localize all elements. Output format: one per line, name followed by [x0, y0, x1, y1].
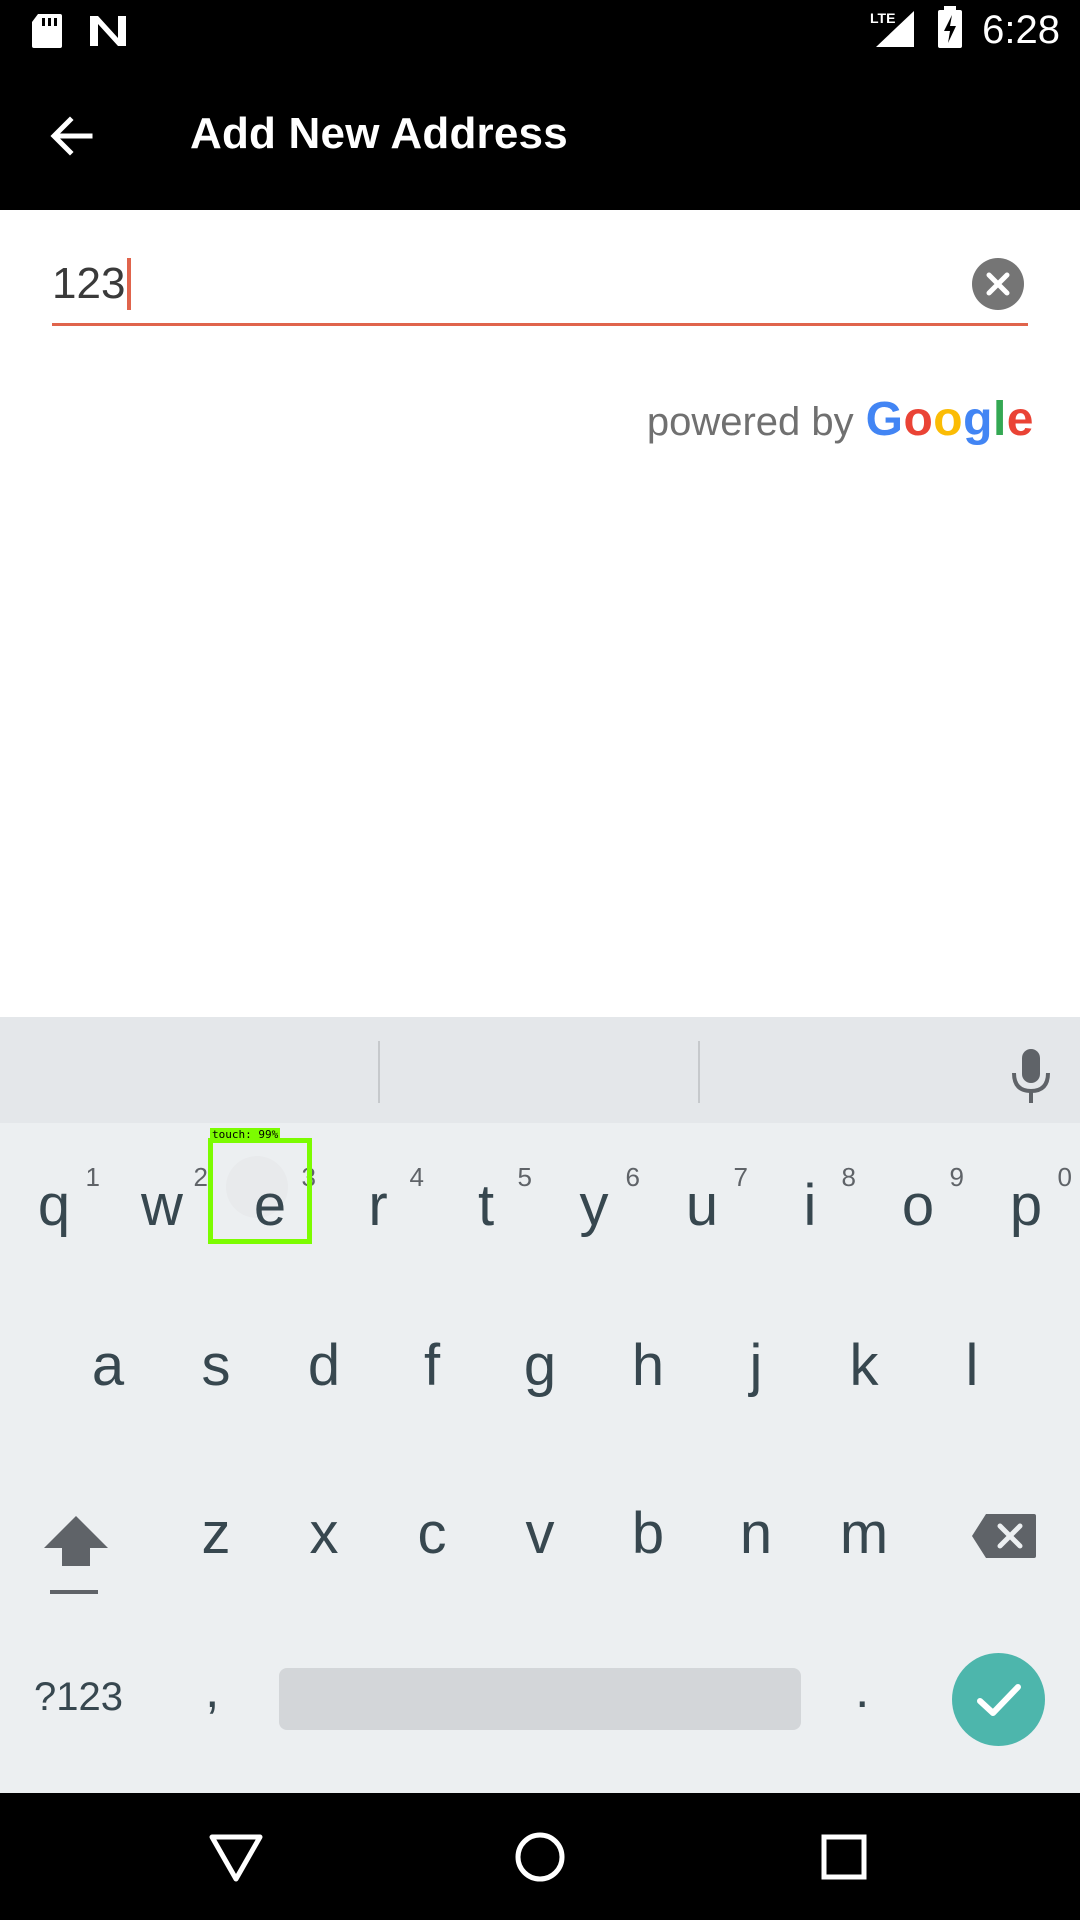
key-w[interactable]: 2w — [108, 1140, 216, 1270]
key-p[interactable]: 0p — [972, 1140, 1080, 1270]
key-t[interactable]: 5t — [432, 1140, 540, 1270]
comma-key[interactable]: , — [205, 1660, 219, 1720]
recents-square-icon[interactable] — [814, 1827, 874, 1887]
key-g[interactable]: g — [486, 1300, 594, 1430]
touch-indicator-box — [208, 1138, 312, 1244]
status-time: 6:28 — [982, 7, 1060, 52]
suggestion-divider — [378, 1041, 380, 1103]
back-triangle-icon[interactable] — [206, 1827, 266, 1887]
key-label: n — [739, 1501, 773, 1566]
enter-key[interactable] — [952, 1653, 1045, 1746]
screen: LTE 6:28 Add New Address 123 powered by … — [0, 0, 1080, 1920]
key-a[interactable]: a — [54, 1300, 162, 1430]
shift-icon[interactable] — [40, 1510, 112, 1600]
key-m[interactable]: m — [810, 1470, 918, 1600]
key-label: d — [307, 1333, 341, 1398]
key-label: w — [141, 1173, 183, 1238]
key-label: f — [423, 1333, 441, 1398]
google-logo-letter: g — [963, 393, 993, 446]
google-logo-letter: l — [992, 393, 1007, 446]
key-d[interactable]: d — [270, 1300, 378, 1430]
powered-by-google: powered by Google — [647, 392, 1034, 447]
key-label: j — [749, 1333, 763, 1398]
key-r[interactable]: 4r — [324, 1140, 432, 1270]
key-c[interactable]: c — [378, 1470, 486, 1600]
home-circle-icon[interactable] — [510, 1827, 570, 1887]
google-logo-letter: e — [1006, 393, 1034, 446]
address-search-field[interactable]: 123 — [52, 250, 1028, 326]
key-l[interactable]: l — [918, 1300, 1026, 1430]
n-logo-icon — [88, 12, 128, 54]
google-logo-letter: o — [903, 393, 934, 446]
suggestion-strip — [0, 1017, 1080, 1123]
key-i[interactable]: 8i — [756, 1140, 864, 1270]
navigation-bar — [0, 1793, 1080, 1920]
key-label: s — [201, 1333, 231, 1398]
key-label: u — [685, 1173, 719, 1238]
symbols-key[interactable]: ?123 — [34, 1675, 123, 1720]
key-v[interactable]: v — [486, 1470, 594, 1600]
key-label: t — [477, 1173, 495, 1238]
google-logo: Google — [866, 392, 1034, 447]
key-label: a — [91, 1333, 125, 1398]
key-label: m — [839, 1501, 889, 1566]
key-label: o — [901, 1173, 935, 1238]
key-label: i — [803, 1173, 817, 1238]
lte-text: LTE — [870, 10, 895, 26]
key-j[interactable]: j — [702, 1300, 810, 1430]
key-y[interactable]: 6y — [540, 1140, 648, 1270]
page-title: Add New Address — [190, 109, 568, 158]
address-search-input[interactable]: 123 — [52, 258, 132, 310]
key-q[interactable]: 1q — [0, 1140, 108, 1270]
key-label: r — [368, 1173, 388, 1238]
key-label: y — [579, 1173, 609, 1238]
key-k[interactable]: k — [810, 1300, 918, 1430]
google-logo-letter: G — [865, 393, 904, 446]
suggestion-divider — [698, 1041, 700, 1103]
text-caret — [127, 258, 132, 310]
key-label: c — [417, 1501, 447, 1566]
key-label: q — [37, 1173, 71, 1238]
powered-by-text: powered by — [646, 400, 854, 444]
touch-indicator-label: touch: 99% — [210, 1128, 281, 1142]
key-z[interactable]: z — [162, 1470, 270, 1600]
checkmark-icon — [977, 1684, 1021, 1716]
key-h[interactable]: h — [594, 1300, 702, 1430]
key-u[interactable]: 7u — [648, 1140, 756, 1270]
key-f[interactable]: f — [378, 1300, 486, 1430]
key-x[interactable]: x — [270, 1470, 378, 1600]
space-bar[interactable] — [279, 1668, 801, 1730]
search-value: 123 — [52, 259, 126, 308]
lte-signal-icon: LTE — [868, 7, 918, 53]
key-label: v — [525, 1501, 555, 1566]
key-o[interactable]: 9o — [864, 1140, 972, 1270]
microphone-icon[interactable] — [1006, 1047, 1056, 1107]
key-label: g — [523, 1333, 557, 1398]
arrow-left-icon[interactable] — [44, 108, 100, 164]
key-label: l — [965, 1333, 979, 1398]
key-label: x — [309, 1501, 339, 1566]
key-n[interactable]: n — [702, 1470, 810, 1600]
clear-circle-icon[interactable] — [972, 258, 1024, 310]
key-label: z — [201, 1501, 231, 1566]
backspace-icon[interactable] — [970, 1512, 1038, 1560]
key-label: h — [631, 1333, 665, 1398]
app-toolbar: Add New Address — [0, 63, 1080, 210]
period-key[interactable]: . — [855, 1660, 869, 1720]
key-b[interactable]: b — [594, 1470, 702, 1600]
google-logo-letter: o — [933, 393, 964, 446]
key-label: p — [1009, 1173, 1043, 1238]
key-label: k — [849, 1333, 879, 1398]
key-label: b — [631, 1501, 665, 1566]
battery-charging-icon — [936, 6, 964, 54]
status-bar: LTE 6:28 — [0, 0, 1080, 63]
key-s[interactable]: s — [162, 1300, 270, 1430]
sd-card-icon — [30, 12, 64, 54]
